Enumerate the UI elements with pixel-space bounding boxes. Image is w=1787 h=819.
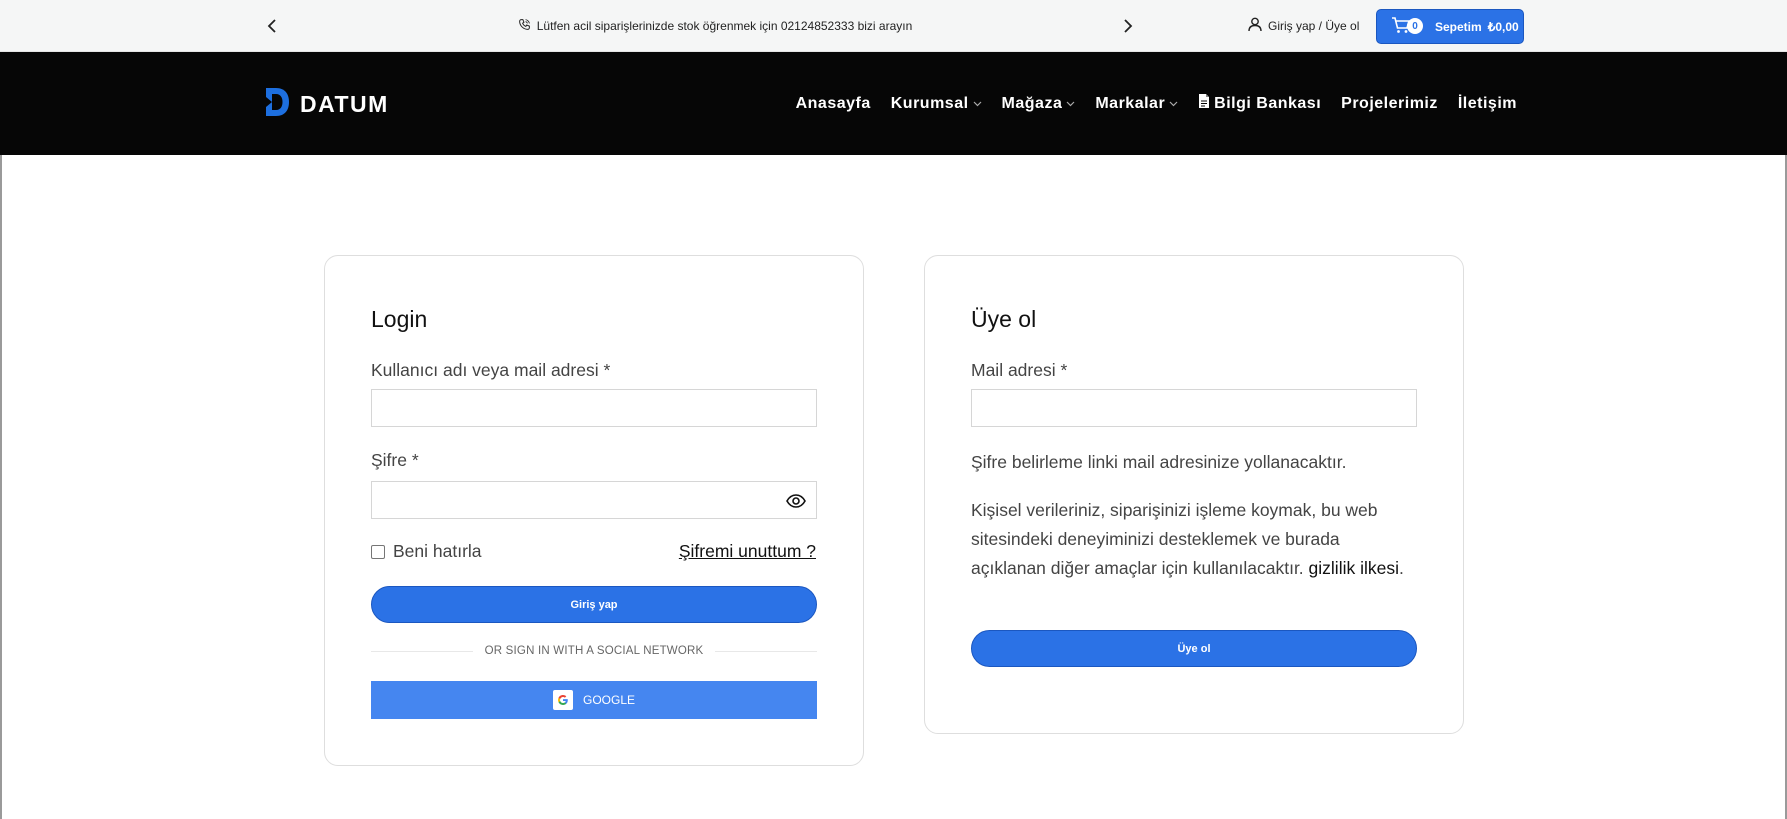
login-register-label: Giriş yap / Üye ol xyxy=(1268,19,1360,33)
cart-label: Sepetim xyxy=(1435,19,1482,34)
nav-item-label: Anasayfa xyxy=(795,94,871,112)
register-card: Üye ol Mail adresi * Şifre belirleme lin… xyxy=(924,255,1464,734)
password-info-text: Şifre belirleme linki mail adresinize yo… xyxy=(971,452,1347,472)
privacy-policy-link[interactable]: gizlilik ilkesi xyxy=(1309,558,1399,578)
privacy-text-end: . xyxy=(1398,558,1404,578)
logo[interactable]: DATUM xyxy=(262,85,389,123)
login-title: Login xyxy=(371,306,428,332)
chevron-left-icon[interactable] xyxy=(260,14,284,38)
nav-item-label: Mağaza xyxy=(1001,94,1063,112)
username-label: Kullanıcı adı veya mail adresi * xyxy=(371,360,611,380)
forgot-password-link[interactable]: Şifremi unuttum ? xyxy=(679,541,816,562)
login-button[interactable]: Giriş yap xyxy=(371,586,817,623)
nav-item-label: İletişim xyxy=(1457,94,1517,112)
nav-item-label: Projelerimiz xyxy=(1341,94,1438,112)
chevron-down-icon xyxy=(1066,99,1075,109)
nav-item-label: Kurumsal xyxy=(890,94,969,112)
top-bar: Lütfen acil siparişlerinizde stok öğrenm… xyxy=(0,0,1787,52)
nav-item-label: Markalar xyxy=(1095,94,1166,112)
logo-text: DATUM xyxy=(300,90,389,117)
social-divider-text: OR SIGN IN WITH A SOCIAL NETWORK xyxy=(484,645,704,657)
nav-menu: Anasayfa Kurumsal Mağaza Markalar Bilgi … xyxy=(796,52,1517,155)
cart-count-badge: 0 xyxy=(1407,18,1423,34)
announcement: Lütfen acil siparişlerinizde stok öğrenm… xyxy=(500,0,930,52)
password-input[interactable] xyxy=(371,481,817,519)
nav-item-iletisim[interactable]: İletişim xyxy=(1458,95,1517,113)
cart-button[interactable]: 0 Sepetim ₺0,00 xyxy=(1376,9,1524,44)
user-icon xyxy=(1248,17,1262,35)
username-input[interactable] xyxy=(371,389,817,427)
nav-item-bilgi-bankasi[interactable]: Bilgi Bankası xyxy=(1198,93,1321,114)
remember-checkbox[interactable] xyxy=(371,544,385,559)
chevron-down-icon xyxy=(1169,99,1178,109)
main-navigation: DATUM Anasayfa Kurumsal Mağaza Markalar xyxy=(0,52,1787,155)
google-label: GOOGLE xyxy=(582,693,635,707)
announcement-text: Lütfen acil siparişlerinizde stok öğrenm… xyxy=(536,19,913,33)
google-icon xyxy=(552,690,573,710)
email-input[interactable] xyxy=(971,389,1417,427)
remember-label: Beni hatırla xyxy=(393,541,482,561)
chevron-down-icon xyxy=(973,99,982,109)
eye-icon[interactable] xyxy=(785,490,807,512)
password-label: Şifre * xyxy=(371,450,419,470)
email-label: Mail adresi * xyxy=(971,360,1068,380)
nav-item-anasayfa[interactable]: Anasayfa xyxy=(796,95,871,113)
cart-total: ₺0,00 xyxy=(1487,19,1519,34)
chevron-right-icon[interactable] xyxy=(1116,14,1140,38)
social-divider: OR SIGN IN WITH A SOCIAL NETWORK xyxy=(371,644,817,658)
google-login-button[interactable]: GOOGLE xyxy=(371,681,817,719)
remember-me[interactable]: Beni hatırla xyxy=(371,541,482,562)
login-card: Login Kullanıcı adı veya mail adresi * Ş… xyxy=(324,255,864,766)
nav-item-kurumsal[interactable]: Kurumsal xyxy=(891,95,982,113)
register-title: Üye ol xyxy=(971,306,1037,332)
nav-item-label: Bilgi Bankası xyxy=(1214,94,1322,112)
phone-icon xyxy=(518,18,531,34)
nav-item-markalar[interactable]: Markalar xyxy=(1095,95,1178,113)
login-register-link[interactable]: Giriş yap / Üye ol xyxy=(1248,0,1359,52)
document-icon xyxy=(1198,93,1210,114)
privacy-text-block: Kişisel verileriniz, siparişinizi işleme… xyxy=(971,496,1417,583)
nav-item-magaza[interactable]: Mağaza xyxy=(1002,95,1076,113)
register-button[interactable]: Üye ol xyxy=(971,630,1417,667)
nav-item-projelerimiz[interactable]: Projelerimiz xyxy=(1341,95,1438,113)
datum-logo-icon xyxy=(262,85,292,124)
